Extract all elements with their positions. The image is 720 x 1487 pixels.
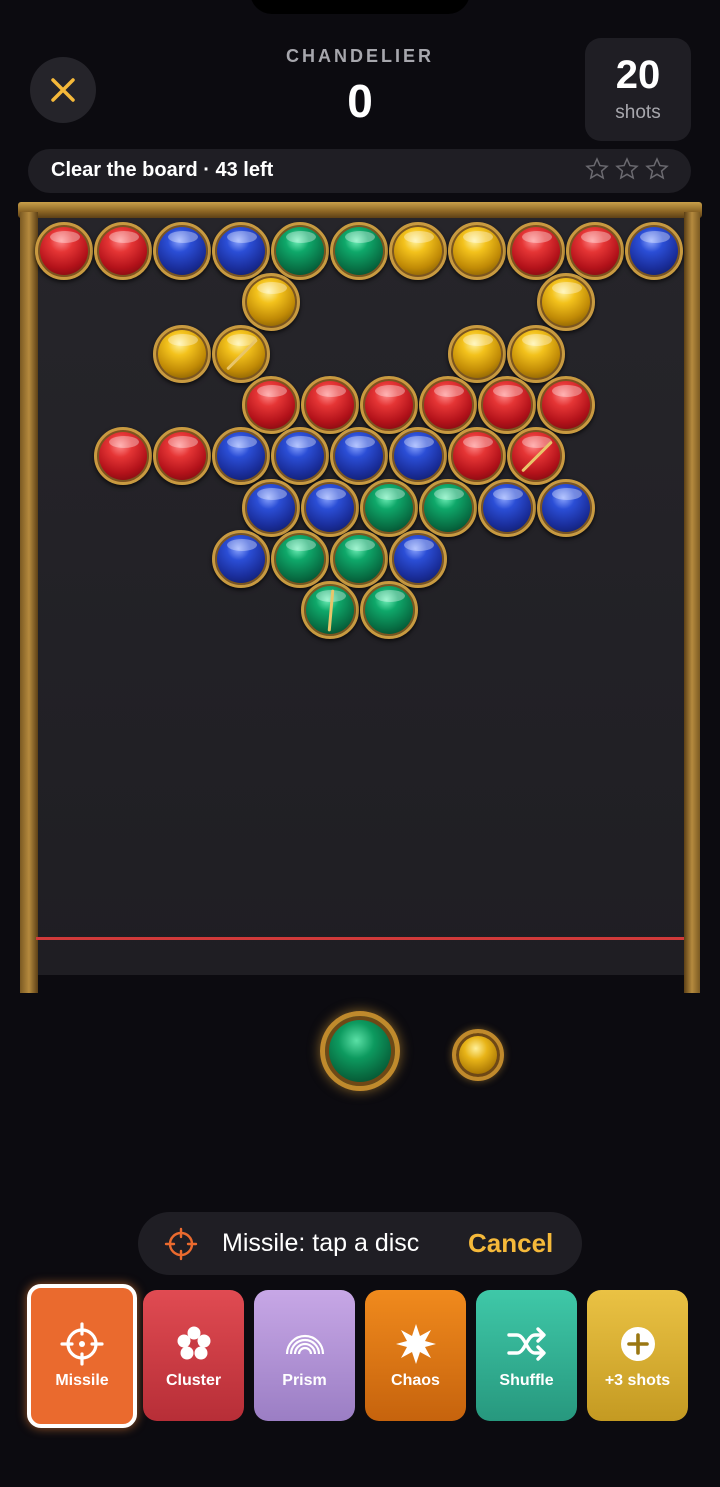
game-board[interactable]: [18, 198, 702, 993]
star-rating: [585, 157, 669, 181]
blue-disc[interactable]: [389, 427, 447, 486]
gold-disc[interactable]: [389, 222, 447, 280]
missile-instruction: Missile: tap a disc: [222, 1229, 420, 1257]
powerup-chaos[interactable]: Chaos: [365, 1290, 466, 1421]
green-disc[interactable]: [359, 478, 418, 537]
powerup-extra-shots[interactable]: +3 shots: [587, 1290, 688, 1421]
powerup-label: Prism: [282, 1371, 327, 1389]
red-disc[interactable]: [507, 222, 565, 280]
powerup-prism[interactable]: Prism: [254, 1290, 355, 1421]
board-rail-top: [18, 202, 702, 218]
goal-bar: Clear the board · 43 left: [28, 149, 691, 193]
powerup-label: +3 shots: [604, 1371, 671, 1389]
powerup-shuffle[interactable]: Shuffle: [476, 1290, 577, 1421]
red-disc[interactable]: [35, 222, 93, 280]
blue-disc[interactable]: [212, 427, 270, 486]
blue-disc[interactable]: [153, 222, 211, 280]
rainbow-icon: [285, 1334, 324, 1354]
blue-disc[interactable]: [477, 478, 536, 537]
powerup-cluster[interactable]: Cluster: [143, 1290, 244, 1421]
blue-disc[interactable]: [625, 222, 683, 280]
green-disc[interactable]: [271, 529, 329, 588]
powerup-label: Cluster: [165, 1371, 222, 1389]
gold-disc[interactable]: [448, 324, 506, 383]
device-notch: [250, 0, 470, 14]
blue-disc[interactable]: [212, 529, 270, 588]
powerup-bar: Missile Cluster Prism Chaos Shuffle +3 s…: [0, 1282, 720, 1432]
powerup-missile[interactable]: Missile: [27, 1284, 137, 1428]
burst-icon: [395, 1323, 436, 1364]
blue-disc[interactable]: [241, 478, 300, 537]
goal-text: Clear the board · 43 left: [51, 159, 274, 181]
red-disc[interactable]: [153, 427, 211, 486]
powerup-label: Missile: [55, 1372, 109, 1389]
crosshair-icon: [164, 1227, 198, 1261]
blue-disc[interactable]: [389, 529, 447, 588]
green-disc[interactable]: [330, 529, 388, 588]
cluster-icon: [177, 1326, 210, 1359]
current-disc[interactable]: [320, 1011, 400, 1091]
red-disc[interactable]: [94, 427, 152, 486]
shuffle-icon: [506, 1326, 546, 1361]
gold-disc[interactable]: [153, 324, 211, 383]
gold-disc[interactable]: [507, 324, 565, 383]
red-disc[interactable]: [536, 375, 595, 434]
cancel-button[interactable]: Cancel: [468, 1228, 553, 1259]
red-disc[interactable]: [241, 375, 300, 434]
red-disc[interactable]: [359, 375, 418, 434]
blue-disc[interactable]: [271, 427, 329, 486]
star-icon: [615, 157, 639, 180]
gold-disc[interactable]: [536, 273, 595, 332]
missile-banner: Missile: tap a disc Cancel: [138, 1212, 582, 1275]
star-icon: [645, 157, 669, 180]
red-disc[interactable]: [566, 222, 624, 280]
danger-line: [36, 937, 684, 940]
green-disc[interactable]: [271, 222, 329, 280]
powerup-label: Chaos: [391, 1371, 440, 1389]
crosshair-icon: [60, 1322, 104, 1366]
board-rail-right: [684, 212, 700, 993]
red-disc-cracked[interactable]: [507, 427, 565, 486]
shots-label: shots: [615, 102, 661, 123]
red-disc[interactable]: [418, 375, 477, 434]
blue-disc[interactable]: [300, 478, 359, 537]
red-disc[interactable]: [94, 222, 152, 280]
next-disc[interactable]: [452, 1029, 504, 1081]
gold-disc[interactable]: [241, 273, 300, 332]
gold-disc-cracked[interactable]: [212, 324, 270, 383]
shots-counter: 20 shots: [585, 38, 691, 141]
green-disc[interactable]: [330, 222, 388, 280]
blue-disc[interactable]: [330, 427, 388, 486]
red-disc[interactable]: [300, 375, 359, 434]
red-disc[interactable]: [448, 427, 506, 486]
board-rail-left: [20, 212, 38, 993]
board-surface: [38, 218, 684, 975]
gold-disc[interactable]: [448, 222, 506, 280]
shots-count: 20: [615, 53, 661, 97]
powerup-label: Shuffle: [499, 1371, 554, 1389]
plus-icon: [620, 1326, 655, 1361]
star-icon: [585, 157, 609, 180]
red-disc[interactable]: [477, 375, 536, 434]
green-disc-cracked[interactable]: [300, 581, 359, 640]
blue-disc[interactable]: [212, 222, 270, 280]
green-disc[interactable]: [359, 581, 418, 640]
blue-disc[interactable]: [536, 478, 595, 537]
green-disc[interactable]: [418, 478, 477, 537]
